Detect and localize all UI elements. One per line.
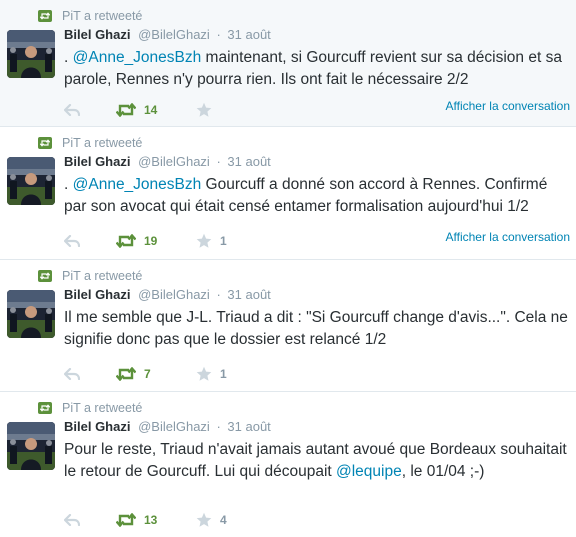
timestamp[interactable]: 31 août: [227, 419, 270, 434]
favorite-button[interactable]: 1: [196, 364, 227, 384]
star-icon: [196, 102, 212, 118]
reply-button[interactable]: [64, 231, 80, 251]
retweet-label: PiT a retweeté: [62, 269, 143, 283]
show-conversation-link[interactable]: Afficher la conversation: [445, 99, 570, 113]
reply-button[interactable]: [64, 100, 80, 120]
timestamp[interactable]: 31 août: [227, 154, 270, 169]
favorite-button[interactable]: [196, 100, 220, 120]
avatar[interactable]: [7, 422, 55, 470]
retweet-button[interactable]: 13: [116, 510, 157, 530]
separator-dot: ·: [216, 27, 221, 42]
mention-link[interactable]: @Anne_JonesBzh: [73, 176, 202, 193]
star-icon: [196, 366, 212, 382]
tweet[interactable]: PiT a retweeté Bilel Ghazi @BilelGhazi ·…: [0, 127, 576, 260]
retweet-icon: [116, 103, 136, 117]
retweet-context: PiT a retweeté: [38, 268, 142, 284]
tweet-text-part: , le 01/04 ;-): [401, 463, 485, 480]
tweet[interactable]: PiT a retweeté Bilel Ghazi @BilelGhazi ·…: [0, 260, 576, 392]
author-handle[interactable]: @BilelGhazi: [138, 287, 210, 302]
timeline: PiT a retweeté Bilel Ghazi @BilelGhazi ·…: [0, 0, 576, 537]
retweet-count: 13: [144, 513, 158, 527]
author-name[interactable]: Bilel Ghazi: [64, 27, 130, 42]
tweet[interactable]: PiT a retweeté Bilel Ghazi @BilelGhazi ·…: [0, 0, 576, 127]
separator-dot: ·: [216, 154, 221, 169]
tweet-text: Pour le reste, Triaud n'avait jamais aut…: [64, 439, 569, 483]
retweet-context: PiT a retweeté: [38, 400, 142, 416]
retweet-context: PiT a retweeté: [38, 8, 142, 24]
retweet-count: 7: [144, 367, 151, 381]
separator-dot: ·: [216, 287, 221, 302]
tweet-text-part: Il me semble que J-L. Triaud a dit : "Si…: [64, 309, 568, 348]
retweet-icon: [38, 10, 52, 22]
tweet-text-part: .: [64, 176, 73, 193]
retweet-context: PiT a retweeté: [38, 135, 142, 151]
tweet-text: . @Anne_JonesBzh maintenant, si Gourcuff…: [64, 47, 569, 91]
retweet-count: 14: [144, 103, 158, 117]
show-conversation-link[interactable]: Afficher la conversation: [445, 230, 570, 244]
favorite-count: 1: [220, 367, 227, 381]
timestamp[interactable]: 31 août: [227, 27, 270, 42]
author-handle[interactable]: @BilelGhazi: [138, 419, 210, 434]
separator-dot: ·: [216, 419, 221, 434]
mention-link[interactable]: @lequipe: [336, 463, 402, 480]
retweet-icon: [116, 513, 136, 527]
tweet-header: Bilel Ghazi @BilelGhazi · 31 août: [64, 287, 271, 302]
star-icon: [196, 233, 212, 249]
retweet-button[interactable]: 7: [116, 364, 151, 384]
retweet-icon: [116, 234, 136, 248]
avatar[interactable]: [7, 30, 55, 78]
tweet-header: Bilel Ghazi @BilelGhazi · 31 août: [64, 27, 271, 42]
author-name[interactable]: Bilel Ghazi: [64, 419, 130, 434]
retweet-label: PiT a retweeté: [62, 401, 143, 415]
retweet-count: 19: [144, 234, 158, 248]
favorite-count: 1: [220, 234, 227, 248]
mention-link[interactable]: @Anne_JonesBzh: [73, 49, 202, 66]
retweet-icon: [116, 367, 136, 381]
reply-icon: [64, 368, 80, 380]
retweet-label: PiT a retweeté: [62, 9, 143, 23]
author-handle[interactable]: @BilelGhazi: [138, 27, 210, 42]
retweet-label: PiT a retweeté: [62, 136, 143, 150]
retweet-icon: [38, 137, 52, 149]
tweet-header: Bilel Ghazi @BilelGhazi · 31 août: [64, 419, 271, 434]
tweet-text-part: Pour le reste, Triaud n'avait jamais aut…: [64, 441, 567, 480]
author-name[interactable]: Bilel Ghazi: [64, 287, 130, 302]
avatar[interactable]: [7, 290, 55, 338]
tweet-text: Il me semble que J-L. Triaud a dit : "Si…: [64, 307, 569, 351]
tweet-text: . @Anne_JonesBzh Gourcuff a donné son ac…: [64, 174, 569, 218]
retweet-icon: [38, 270, 52, 282]
timestamp[interactable]: 31 août: [227, 287, 270, 302]
reply-icon: [64, 235, 80, 247]
star-icon: [196, 512, 212, 528]
favorite-count: 4: [220, 513, 227, 527]
avatar[interactable]: [7, 157, 55, 205]
retweet-button[interactable]: 19: [116, 231, 157, 251]
retweet-button[interactable]: 14: [116, 100, 157, 120]
author-name[interactable]: Bilel Ghazi: [64, 154, 130, 169]
favorite-button[interactable]: 1: [196, 231, 227, 251]
tweet[interactable]: PiT a retweeté Bilel Ghazi @BilelGhazi ·…: [0, 392, 576, 537]
tweet-header: Bilel Ghazi @BilelGhazi · 31 août: [64, 154, 271, 169]
reply-icon: [64, 104, 80, 116]
reply-button[interactable]: [64, 510, 80, 530]
author-handle[interactable]: @BilelGhazi: [138, 154, 210, 169]
reply-icon: [64, 514, 80, 526]
favorite-button[interactable]: 4: [196, 510, 227, 530]
retweet-icon: [38, 402, 52, 414]
reply-button[interactable]: [64, 364, 80, 384]
tweet-text-part: .: [64, 49, 73, 66]
